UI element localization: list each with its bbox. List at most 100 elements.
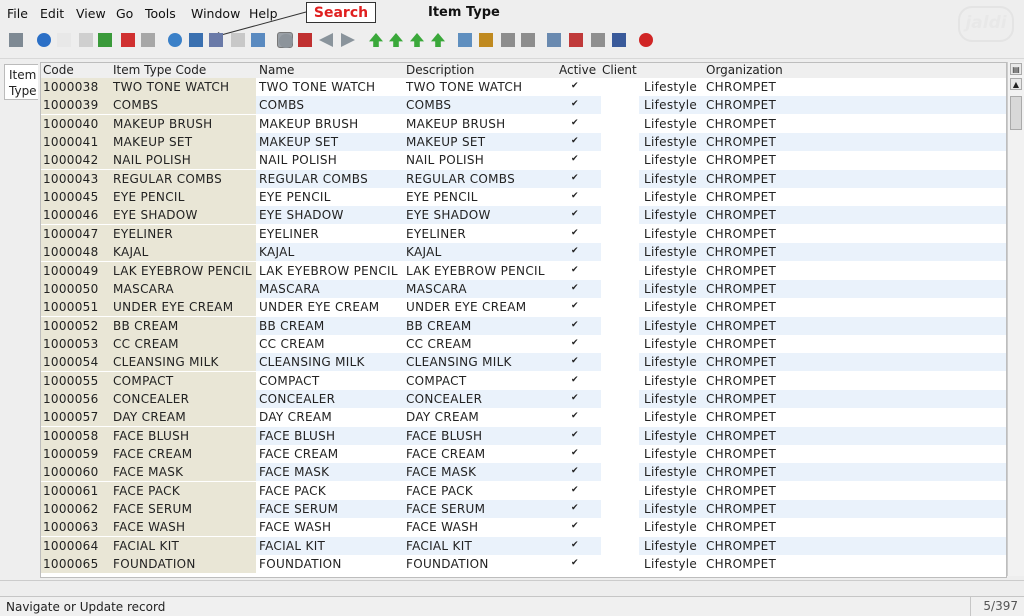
archive-icon[interactable] — [478, 32, 494, 48]
cell-client[interactable]: Lifestyle — [644, 502, 697, 516]
cell-organization[interactable]: CHROMPET — [706, 282, 776, 296]
active-checkbox[interactable]: ✔ — [571, 118, 580, 128]
cell-organization[interactable]: CHROMPET — [706, 539, 776, 553]
cell-description[interactable]: FACE WASH — [406, 520, 478, 534]
cell-name[interactable]: COMBS — [259, 98, 304, 112]
refresh-icon[interactable] — [167, 32, 183, 48]
cell-client[interactable]: Lifestyle — [644, 337, 697, 351]
cell-name[interactable]: REGULAR COMBS — [259, 172, 368, 186]
cell-organization[interactable]: CHROMPET — [706, 355, 776, 369]
undo-icon[interactable] — [8, 32, 24, 48]
cell-organization[interactable]: CHROMPET — [706, 190, 776, 204]
cell-item-type-code[interactable]: FACE MASK — [113, 465, 183, 479]
cell-organization[interactable]: CHROMPET — [706, 172, 776, 186]
cell-name[interactable]: BB CREAM — [259, 319, 325, 333]
header-item-type-code[interactable]: Item Type Code — [113, 63, 206, 77]
cell-name[interactable]: EYELINER — [259, 227, 319, 241]
scroll-up-icon[interactable]: ▲ — [1010, 78, 1022, 90]
cell-code[interactable]: 1000056 — [43, 392, 99, 406]
cell-organization[interactable]: CHROMPET — [706, 410, 776, 424]
cell-description[interactable]: DAY CREAM — [406, 410, 479, 424]
cell-name[interactable]: DAY CREAM — [259, 410, 332, 424]
table-row[interactable]: 1000038 TWO TONE WATCH TWO TONE WATCH TWO T… — [41, 78, 1006, 96]
records-grid[interactable]: Code Item Type Code Name Description Act… — [40, 62, 1007, 578]
print-icon[interactable] — [520, 32, 536, 48]
cell-code[interactable]: 1000064 — [43, 539, 99, 553]
cell-organization[interactable]: CHROMPET — [706, 208, 776, 222]
table-row[interactable]: 1000042 NAIL POLISH NAIL POLISH NAIL POLISH… — [41, 151, 1006, 170]
cell-organization[interactable]: CHROMPET — [706, 227, 776, 241]
cell-item-type-code[interactable]: FACE BLUSH — [113, 429, 189, 443]
cell-name[interactable]: EYE PENCIL — [259, 190, 331, 204]
cell-code[interactable]: 1000054 — [43, 355, 99, 369]
cell-client[interactable]: Lifestyle — [644, 429, 697, 443]
grid-toggle-icon[interactable] — [250, 32, 266, 48]
cell-item-type-code[interactable]: FOUNDATION — [113, 557, 196, 571]
cell-description[interactable]: LAK EYEBROW PENCIL — [406, 264, 545, 278]
active-checkbox[interactable]: ✔ — [571, 540, 580, 550]
cell-client[interactable]: Lifestyle — [644, 135, 697, 149]
cell-code[interactable]: 1000055 — [43, 374, 99, 388]
cell-client[interactable]: Lifestyle — [644, 447, 697, 461]
header-code[interactable]: Code — [43, 63, 74, 77]
attachment-icon[interactable] — [208, 32, 224, 48]
cell-item-type-code[interactable]: MASCARA — [113, 282, 174, 296]
cell-client[interactable]: Lifestyle — [644, 282, 697, 296]
active-checkbox[interactable]: ✔ — [571, 357, 580, 366]
cell-client[interactable]: Lifestyle — [644, 374, 697, 388]
active-checkbox[interactable]: ✔ — [571, 485, 580, 495]
active-checkbox[interactable]: ✔ — [571, 82, 580, 91]
cell-name[interactable]: MASCARA — [259, 282, 320, 296]
cell-organization[interactable]: CHROMPET — [706, 557, 776, 571]
cell-code[interactable]: 1000059 — [43, 447, 99, 461]
cell-item-type-code[interactable]: COMPACT — [113, 374, 173, 388]
cell-client[interactable]: Lifestyle — [644, 264, 697, 278]
last-record-icon[interactable] — [430, 32, 446, 48]
cell-item-type-code[interactable]: TWO TONE WATCH — [113, 80, 229, 94]
table-row[interactable]: 1000060 FACE MASK FACE MASK FACE MASK Lifest… — [41, 463, 1006, 482]
cell-name[interactable]: CLEANSING MILK — [259, 355, 365, 369]
cell-name[interactable]: EYE SHADOW — [259, 208, 344, 222]
cell-description[interactable]: BB CREAM — [406, 319, 472, 333]
cell-description[interactable]: COMBS — [406, 98, 451, 112]
cell-item-type-code[interactable]: FACE WASH — [113, 520, 185, 534]
cell-client[interactable]: Lifestyle — [644, 539, 697, 553]
cell-code[interactable]: 1000039 — [43, 98, 99, 112]
cell-client[interactable]: Lifestyle — [644, 520, 697, 534]
cell-organization[interactable]: CHROMPET — [706, 429, 776, 443]
cell-client[interactable]: Lifestyle — [644, 227, 697, 241]
active-checkbox[interactable]: ✔ — [571, 210, 580, 219]
cell-name[interactable]: KAJAL — [259, 245, 295, 259]
record-counter[interactable]: 5/397 — [970, 597, 1024, 616]
table-row[interactable]: 1000048 KAJAL KAJAL KAJAL Lifestyle CHROMPET ✔ — [41, 243, 1006, 262]
table-row[interactable]: 1000050 MASCARA MASCARA MASCARA Lifestyle CHR… — [41, 279, 1006, 298]
cell-description[interactable]: TWO TONE WATCH — [406, 80, 522, 94]
cell-organization[interactable]: CHROMPET — [706, 264, 776, 278]
cell-name[interactable]: FACE BLUSH — [259, 429, 335, 443]
cell-description[interactable]: REGULAR COMBS — [406, 172, 515, 186]
active-checkbox[interactable]: ✔ — [571, 100, 580, 109]
cell-item-type-code[interactable]: EYELINER — [113, 227, 173, 241]
cell-description[interactable]: CLEANSING MILK — [406, 355, 512, 369]
cell-description[interactable]: COMPACT — [406, 374, 466, 388]
cell-name[interactable]: NAIL POLISH — [259, 153, 337, 167]
cell-organization[interactable]: CHROMPET — [706, 520, 776, 534]
table-row[interactable]: 1000061 FACE PACK FACE PACK FACE PACK Lifest… — [41, 481, 1006, 500]
cell-code[interactable]: 1000043 — [43, 172, 99, 186]
cell-description[interactable]: MAKEUP SET — [406, 135, 485, 149]
cell-organization[interactable]: CHROMPET — [706, 447, 776, 461]
active-checkbox[interactable]: ✔ — [571, 375, 580, 385]
cell-description[interactable]: MAKEUP BRUSH — [406, 117, 505, 131]
cell-item-type-code[interactable]: EYE PENCIL — [113, 190, 185, 204]
cell-code[interactable]: 1000045 — [43, 190, 99, 204]
cell-name[interactable]: MAKEUP BRUSH — [259, 117, 358, 131]
cell-code[interactable]: 1000061 — [43, 484, 99, 498]
cell-client[interactable]: Lifestyle — [644, 98, 697, 112]
active-checkbox[interactable]: ✔ — [571, 338, 580, 348]
cell-code[interactable]: 1000040 — [43, 117, 99, 131]
active-checkbox[interactable]: ✔ — [571, 173, 580, 183]
cell-name[interactable]: FOUNDATION — [259, 557, 342, 571]
cell-name[interactable]: CC CREAM — [259, 337, 325, 351]
search-icon[interactable] — [188, 32, 204, 48]
cell-name[interactable]: FACE PACK — [259, 484, 326, 498]
